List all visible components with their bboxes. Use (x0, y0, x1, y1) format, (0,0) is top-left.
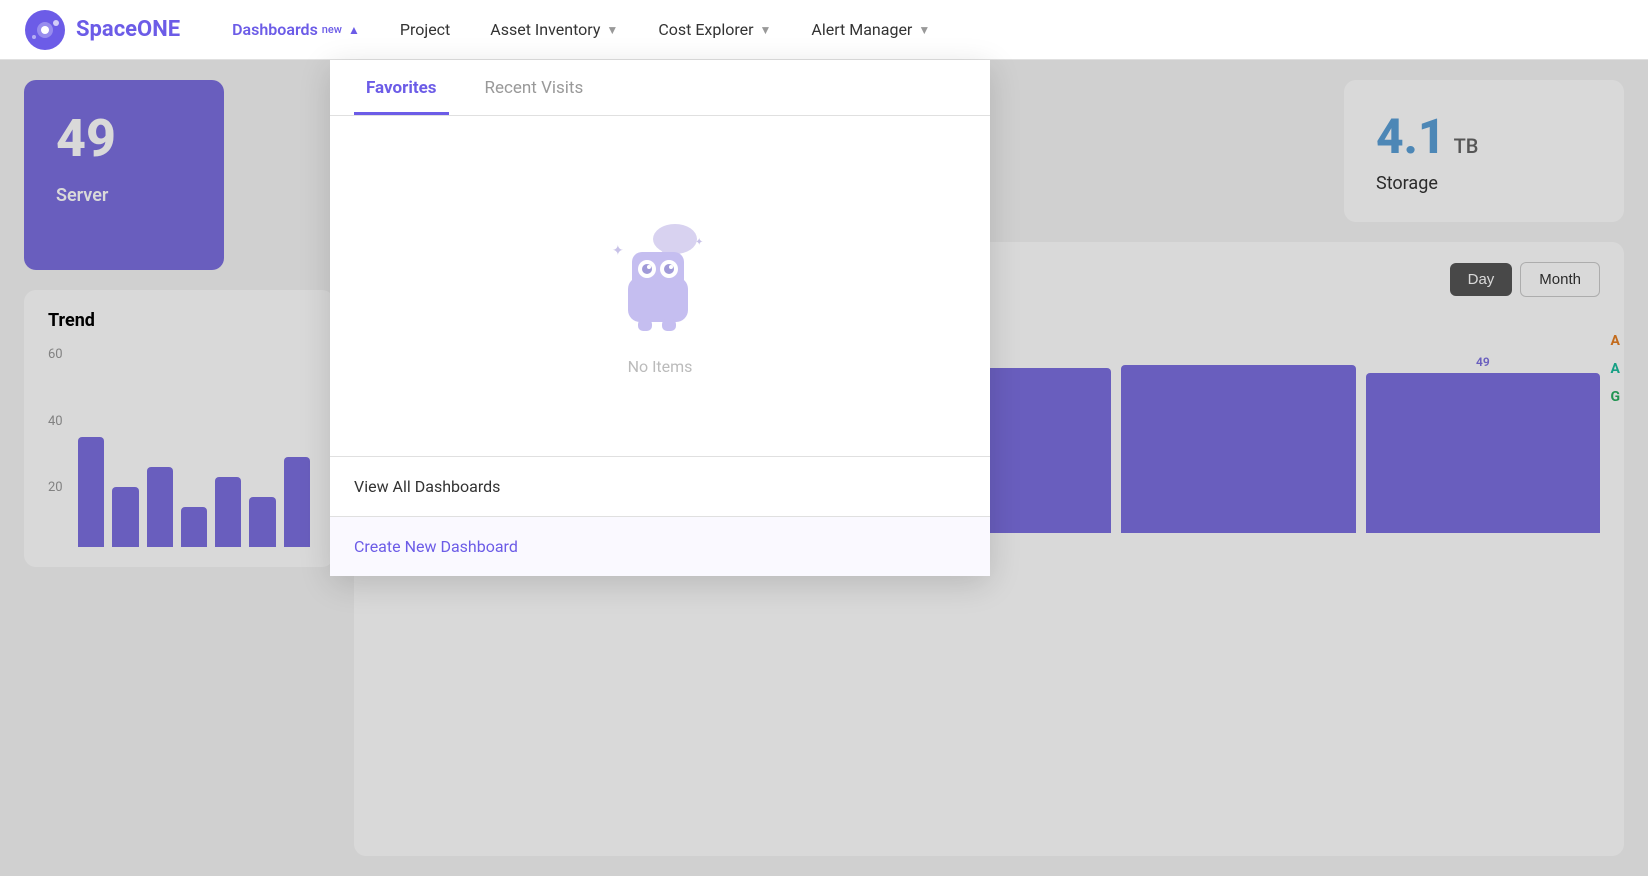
nav-asset-label: Asset Inventory (490, 20, 600, 39)
create-new-dashboard-button[interactable]: Create New Dashboard (330, 517, 990, 576)
logo-text: SpaceONE (76, 17, 180, 42)
logo[interactable]: SpaceONE (24, 9, 180, 51)
svg-text:✦: ✦ (612, 243, 624, 259)
empty-state-text: No Items (628, 357, 693, 376)
chevron-up-icon: ▲ (348, 23, 360, 37)
dropdown-panel: Favorites Recent Visits ✦ ✦ (330, 60, 990, 576)
chevron-down-icon-alert: ▼ (918, 23, 930, 37)
chevron-down-icon-cost: ▼ (760, 23, 772, 37)
empty-state-illustration: ✦ ✦ (600, 217, 720, 337)
nav-item-project[interactable]: Project (380, 0, 470, 60)
nav-dashboards-badge: new (322, 23, 342, 36)
nav-item-cost-explorer[interactable]: Cost Explorer ▼ (638, 0, 791, 60)
dropdown-footer: View All Dashboards Create New Dashboard (330, 456, 990, 576)
tab-favorites[interactable]: Favorites (354, 60, 449, 115)
nav-items: Dashboards new ▲ Project Asset Inventory… (212, 0, 1624, 60)
tab-recent-visits[interactable]: Recent Visits (473, 60, 596, 115)
nav-alert-label: Alert Manager (811, 20, 912, 39)
view-all-dashboards-button[interactable]: View All Dashboards (330, 457, 990, 517)
nav-dashboards-label: Dashboards (232, 20, 318, 39)
nav-project-label: Project (400, 20, 450, 39)
dropdown-content: ✦ ✦ No Items (330, 116, 990, 456)
nav-item-alert-manager[interactable]: Alert Manager ▼ (791, 0, 950, 60)
dropdown-tabs: Favorites Recent Visits (330, 60, 990, 116)
logo-icon (24, 9, 66, 51)
nav-item-dashboards[interactable]: Dashboards new ▲ (212, 0, 380, 60)
chevron-down-icon-asset: ▼ (606, 23, 618, 37)
nav-cost-label: Cost Explorer (658, 20, 753, 39)
nav-item-asset-inventory[interactable]: Asset Inventory ▼ (470, 0, 638, 60)
navbar: SpaceONE Dashboards new ▲ Project Asset … (0, 0, 1648, 60)
